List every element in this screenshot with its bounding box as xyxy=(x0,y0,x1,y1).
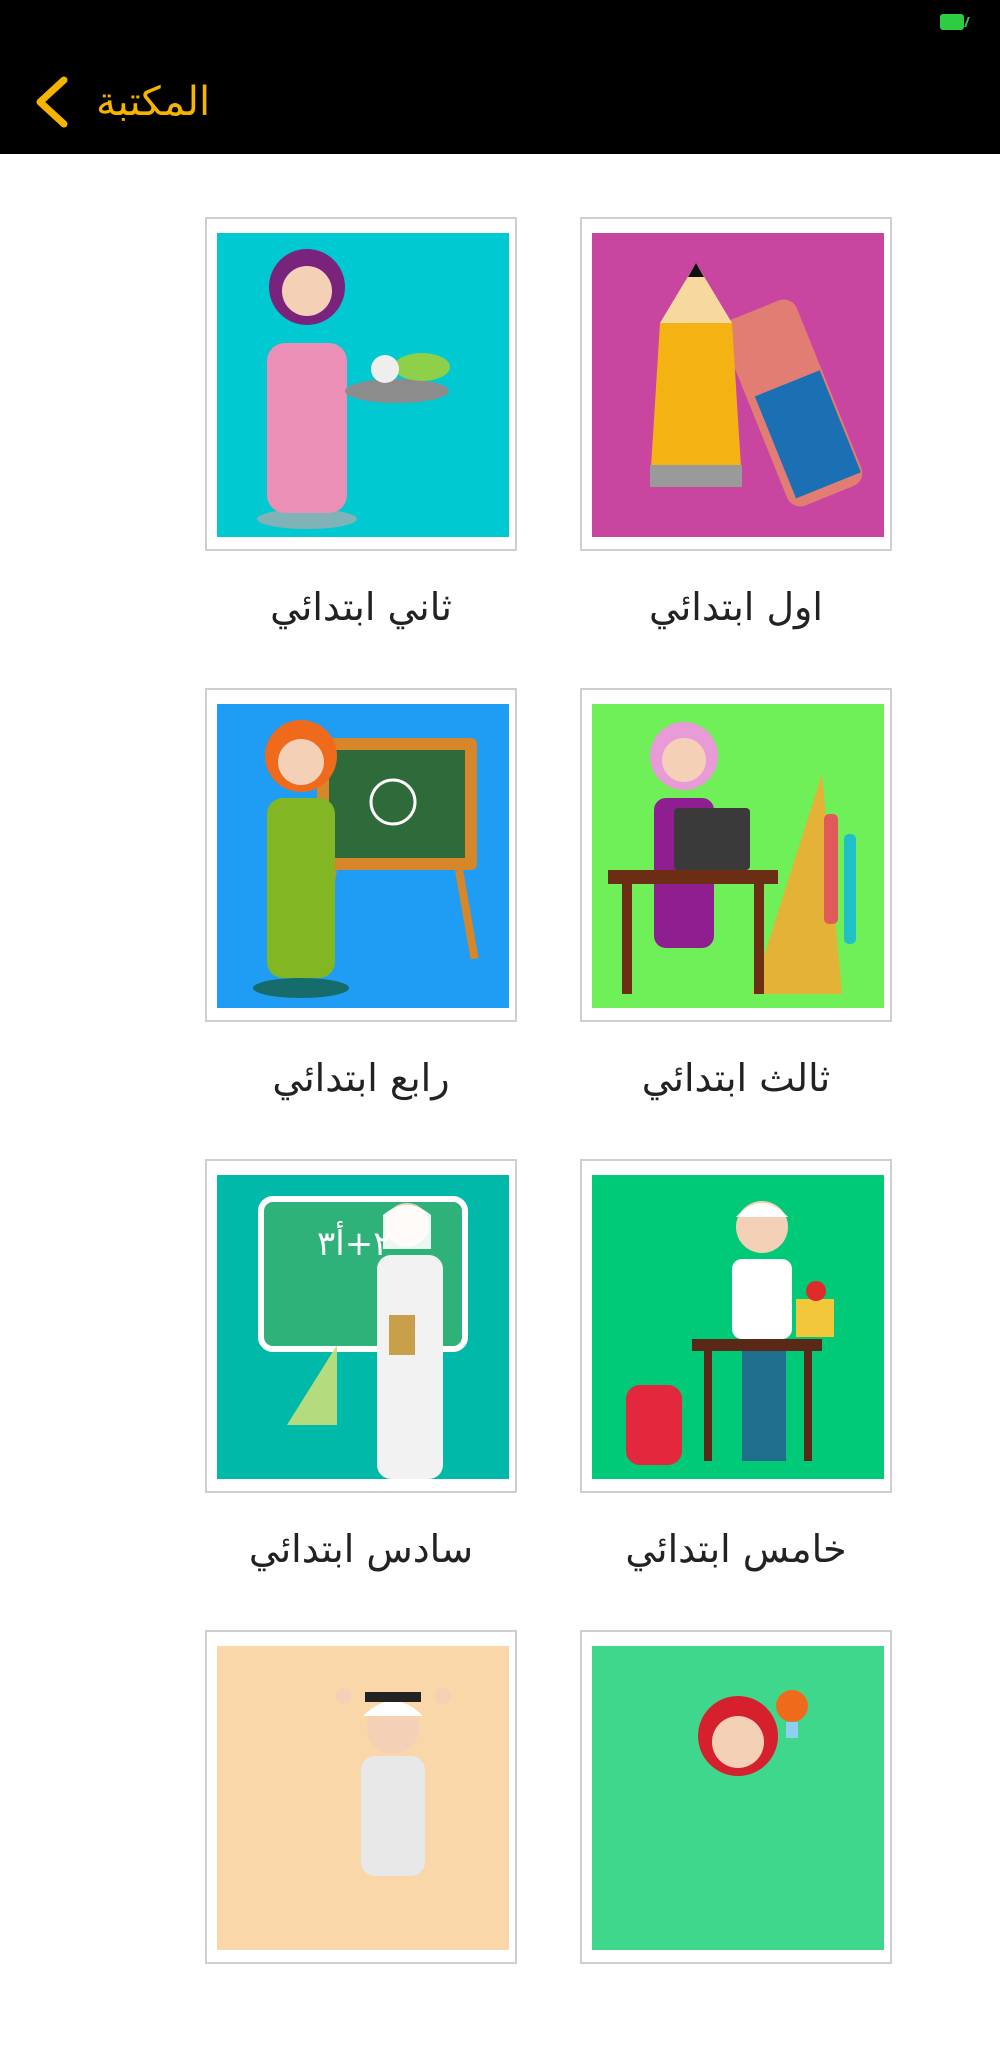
thumb-teacher-laptop xyxy=(592,704,884,1008)
thumb-pencil-eraser xyxy=(592,233,884,537)
grade-card-1[interactable]: اول ابتدائي xyxy=(580,217,892,639)
grade-label: سادس ابتدائي xyxy=(248,1527,474,1571)
card-frame xyxy=(205,217,517,551)
grade-card-6[interactable]: ٢+أ٣ سادس ابتدائي xyxy=(205,1159,517,1581)
card-frame xyxy=(580,688,892,1022)
girl-idea-illustration xyxy=(698,1690,808,1776)
back-label: المكتبة xyxy=(96,79,211,125)
thumb-boy-cheering xyxy=(217,1646,509,1950)
card-frame: ٢+أ٣ xyxy=(205,1159,517,1493)
grades-grid: اول ابتدائي ثاني ابتدائي ثالث ابتدائي را… xyxy=(0,154,1000,1964)
thumb-boy-desk xyxy=(592,1175,884,1479)
card-frame xyxy=(205,688,517,1022)
teacher-chalkboard-illustration xyxy=(253,720,479,998)
grade-label: اول ابتدائي xyxy=(649,585,823,629)
thumb-teacher-math: ٢+أ٣ xyxy=(217,1175,509,1479)
teacher-math-illustration: ٢+أ٣ xyxy=(258,1196,468,1479)
svg-text:٢+أ٣: ٢+أ٣ xyxy=(317,1221,391,1264)
boy-desk-illustration xyxy=(626,1201,834,1465)
grade-card-5[interactable]: خامس ابتدائي xyxy=(580,1159,892,1581)
grade-label: خامس ابتدائي xyxy=(625,1527,847,1571)
card-frame xyxy=(580,1630,892,1964)
grade-label xyxy=(205,1988,517,2052)
boy-cheering-illustration xyxy=(335,1688,451,1876)
girl-breakfast-illustration xyxy=(257,249,450,529)
grade-card-3[interactable]: ثالث ابتدائي xyxy=(580,688,892,1110)
app-bar: المكتبة xyxy=(0,48,1000,154)
status-bar xyxy=(0,0,1000,48)
thumb-teacher-chalkboard xyxy=(217,704,509,1008)
grade-card-4[interactable]: رابع ابتدائي xyxy=(205,688,517,1110)
grade-card-8[interactable] xyxy=(205,1630,517,2052)
grade-label: ثاني ابتدائي xyxy=(270,585,452,629)
teacher-laptop-illustration xyxy=(608,722,856,994)
pencil-eraser-illustration xyxy=(650,263,863,507)
card-frame xyxy=(205,1630,517,1964)
card-frame xyxy=(580,1159,892,1493)
battery-charging-icon xyxy=(940,14,964,30)
chevron-left-icon xyxy=(36,76,68,128)
back-button[interactable]: المكتبة xyxy=(28,72,210,132)
thumb-girl-breakfast xyxy=(217,233,509,537)
grade-card-7[interactable] xyxy=(580,1630,892,2052)
thumb-girl-idea xyxy=(592,1646,884,1950)
grade-label xyxy=(580,1988,892,2052)
grade-label: ثالث ابتدائي xyxy=(641,1056,831,1100)
card-frame xyxy=(580,217,892,551)
grade-card-2[interactable]: ثاني ابتدائي xyxy=(205,217,517,639)
grade-label: رابع ابتدائي xyxy=(272,1056,450,1100)
